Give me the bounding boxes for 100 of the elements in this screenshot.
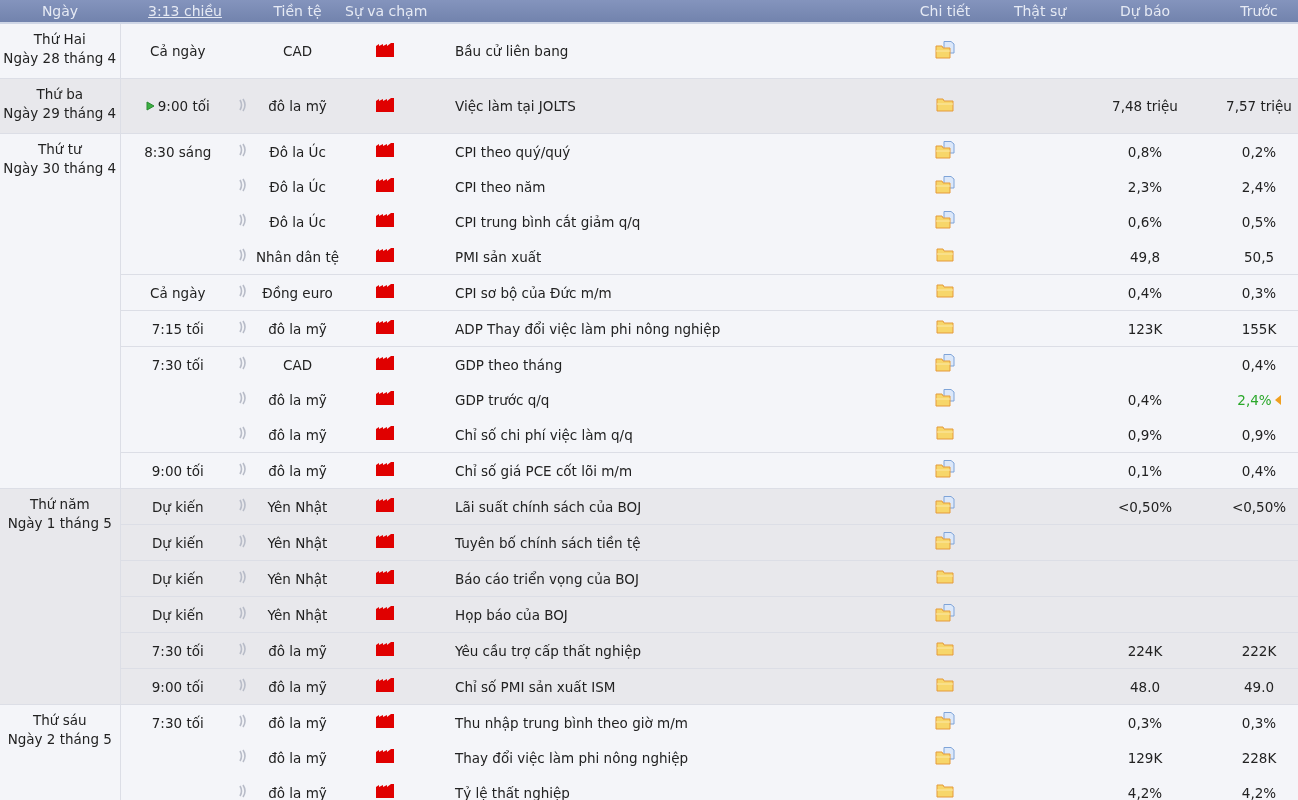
folder-icon[interactable] (936, 97, 954, 112)
previous-value: 0,4% (1241, 356, 1277, 373)
event-time: 7:30 tối (151, 356, 204, 373)
folder-document-icon[interactable] (935, 176, 955, 194)
event-name[interactable]: CPI trung bình cắt giảm q/q (455, 213, 641, 230)
event-name[interactable]: Chỉ số PMI sản xuất ISM (455, 678, 616, 695)
column-header: Trước (1240, 3, 1278, 19)
play-icon (145, 101, 155, 111)
previous-value: 0,5% (1241, 213, 1277, 230)
sound-icon[interactable] (238, 426, 247, 440)
sound-icon[interactable] (238, 570, 247, 584)
sound-icon[interactable] (238, 784, 247, 798)
event-time: Dự kiến (151, 570, 204, 587)
column-header: Tiền tệ (273, 3, 322, 19)
sound-icon[interactable] (238, 462, 247, 476)
folder-icon[interactable] (936, 784, 954, 798)
event-name[interactable]: Chỉ số chi phí việc làm q/q (455, 426, 633, 443)
factory-icon (376, 642, 394, 656)
event-name[interactable]: Họp báo của BOJ (455, 606, 568, 623)
sound-icon[interactable] (238, 606, 247, 620)
folder-document-icon[interactable] (935, 141, 955, 159)
sound-icon[interactable] (238, 534, 247, 548)
folder-icon[interactable] (936, 678, 954, 692)
currency: Yên Nhật (267, 606, 328, 623)
event-name[interactable]: Tuyên bố chính sách tiền tệ (455, 534, 641, 551)
event-name[interactable]: Việc làm tại JOLTS (455, 98, 576, 114)
sound-icon[interactable] (238, 213, 247, 227)
event-name[interactable]: Chỉ số giá PCE cốt lõi m/m (455, 462, 633, 479)
factory-icon (376, 426, 394, 440)
sound-icon[interactable] (238, 714, 247, 728)
event-time: Dự kiến (151, 606, 204, 623)
folder-icon[interactable] (936, 570, 954, 584)
sound-icon[interactable] (238, 284, 247, 298)
event-name[interactable]: Báo cáo triển vọng của BOJ (455, 570, 639, 587)
sound-icon[interactable] (238, 678, 247, 692)
event-time: 7:30 tối (151, 714, 204, 731)
folder-document-icon[interactable] (935, 211, 955, 229)
currency: đô la mỹ (268, 391, 327, 408)
event-name[interactable]: Yêu cầu trợ cấp thất nghiệp (455, 642, 642, 659)
folder-document-icon[interactable] (935, 532, 955, 550)
folder-icon[interactable] (936, 642, 954, 656)
sound-icon[interactable] (238, 248, 247, 262)
factory-icon (376, 606, 394, 620)
folder-icon[interactable] (936, 426, 954, 440)
folder-icon[interactable] (936, 320, 954, 334)
forecast-value: 129K (1127, 749, 1163, 766)
sound-icon[interactable] (238, 97, 247, 112)
previous-value: 0,9% (1241, 426, 1277, 443)
sound-icon[interactable] (238, 143, 247, 157)
sound-icon[interactable] (238, 356, 247, 370)
sound-icon[interactable] (238, 391, 247, 405)
folder-document-icon[interactable] (935, 354, 955, 372)
event-time: 9:00 tối (151, 462, 204, 479)
folder-document-icon[interactable] (935, 460, 955, 478)
sound-icon[interactable] (238, 749, 247, 763)
currency: đô la mỹ (268, 678, 327, 695)
sound-icon[interactable] (238, 320, 247, 334)
event-name[interactable]: GDP theo tháng (455, 356, 563, 373)
folder-document-icon[interactable] (935, 389, 955, 407)
previous-value: 2,4% (1237, 391, 1272, 408)
forecast-value: 0,4% (1127, 284, 1163, 301)
folder-icon[interactable] (936, 248, 954, 262)
previous-value: 228K (1241, 749, 1277, 766)
event-name[interactable]: CPI theo năm (455, 178, 546, 195)
column-header: Ngày (41, 3, 79, 19)
day-name: Thứ năm (28, 495, 91, 514)
event-name[interactable]: Lãi suất chính sách của BOJ (455, 498, 642, 515)
day-date: Ngày 28 tháng 4 (2, 49, 118, 68)
folder-document-icon[interactable] (935, 747, 955, 765)
previous-value: 4,2% (1241, 784, 1277, 800)
event-name[interactable]: GDP trước q/q (455, 391, 550, 408)
forecast-value: 123K (1127, 320, 1163, 337)
folder-icon[interactable] (936, 284, 954, 298)
factory-icon (376, 284, 394, 298)
folder-document-icon[interactable] (935, 40, 955, 59)
event-name[interactable]: Bầu cử liên bang (455, 43, 569, 59)
folder-document-icon[interactable] (935, 712, 955, 730)
previous-value: 2,4% (1241, 178, 1277, 195)
event-name[interactable]: ADP Thay đổi việc làm phi nông nghiệp (455, 320, 721, 337)
factory-icon (376, 534, 394, 548)
sound-icon[interactable] (238, 178, 247, 192)
event-name[interactable]: PMI sản xuất (455, 248, 542, 265)
sound-icon[interactable] (238, 498, 247, 512)
sound-icon[interactable] (238, 642, 247, 656)
event-name[interactable]: Tỷ lệ thất nghiệp (455, 784, 570, 800)
folder-document-icon[interactable] (935, 604, 955, 622)
forecast-value: 0,8% (1127, 143, 1163, 160)
event-time: 7:30 tối (151, 642, 204, 659)
day-date: Ngày 1 tháng 5 (6, 514, 113, 533)
forecast-value: 2,3% (1127, 178, 1163, 195)
previous-value: 0,3% (1241, 714, 1277, 731)
event-name[interactable]: Thu nhập trung bình theo giờ m/m (455, 714, 688, 731)
previous-value: 0,4% (1241, 462, 1277, 479)
folder-document-icon[interactable] (935, 496, 955, 514)
factory-icon (376, 42, 394, 57)
event-name[interactable]: CPI sơ bộ của Đức m/m (455, 284, 612, 301)
event-name[interactable]: CPI theo quý/quý (455, 143, 571, 160)
currency: Đô la Úc (269, 213, 326, 230)
event-name[interactable]: Thay đổi việc làm phi nông nghiệp (455, 749, 689, 766)
currency: Nhân dân tệ (255, 248, 340, 265)
